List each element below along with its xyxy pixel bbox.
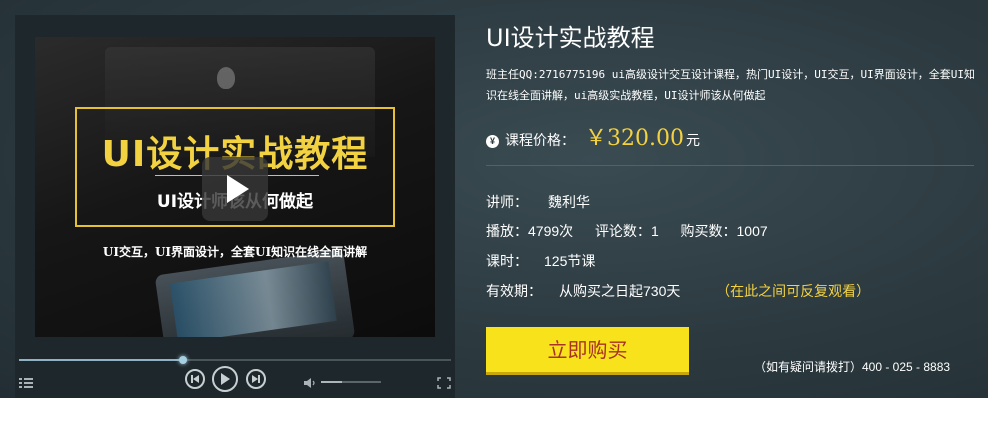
apple-logo [217, 67, 235, 89]
volume-level [321, 381, 342, 383]
validity-note: （在此之间可反复观看） [716, 283, 871, 299]
progress-knob[interactable] [179, 356, 188, 364]
validity-label: 有效期： [486, 283, 542, 299]
course-description: 班主任QQ:2716775196 ui高级设计交互设计课程，热门UI设计，UI交… [486, 68, 975, 102]
play-button[interactable] [212, 366, 238, 392]
next-icon [252, 375, 260, 383]
video-player: UI设计实战教程 UI设计师该从何做起 UI交互，UI界面设计，全套UI知识在线… [15, 15, 455, 398]
divider [486, 165, 974, 166]
previous-button[interactable] [185, 369, 205, 389]
comments-label: 评论数： [594, 223, 651, 239]
validity-value: 从购买之日起730天 [559, 283, 681, 299]
teacher-label: 讲师： [486, 194, 528, 210]
price-value: ￥320.00 [585, 126, 684, 151]
volume-slider[interactable] [321, 381, 381, 383]
comments-value: 1 [650, 223, 659, 239]
play-overlay-button[interactable] [202, 157, 268, 221]
yen-icon: ¥ [486, 135, 499, 148]
lessons-label: 课时： [486, 253, 528, 269]
teacher-row: 讲师： 魏利华 [486, 192, 590, 212]
course-banner: UI设计实战教程 UI设计师该从何做起 UI交互，UI界面设计，全套UI知识在线… [0, 0, 988, 398]
progress-bar[interactable] [19, 356, 451, 364]
stats-row: 播放：4799次 评论数：1 购买数：1007 [486, 221, 768, 241]
price-row: ¥ 课程价格： ￥320.00 元 [486, 120, 700, 152]
plays-value: 4799次 [528, 223, 574, 239]
video-cover[interactable]: UI设计实战教程 UI设计师该从何做起 UI交互，UI界面设计，全套UI知识在线… [35, 37, 435, 337]
course-title: UI设计实战教程 [486, 24, 655, 52]
buyers-label: 购买数： [680, 223, 737, 239]
next-button[interactable] [246, 369, 266, 389]
lessons-value: 125节课 [544, 253, 596, 269]
price-label: 课程价格： [505, 132, 575, 148]
volume-icon[interactable] [303, 377, 317, 389]
hotline-text: （如有疑问请拨打）400 - 025 - 8883 [754, 360, 951, 374]
play-icon [221, 373, 230, 385]
price-unit: 元 [685, 132, 700, 148]
lessons-row: 课时： 125节课 [486, 251, 595, 271]
previous-icon [191, 375, 199, 383]
tablet-image [154, 249, 356, 337]
plays-label: 播放： [486, 223, 528, 239]
progress-fill [19, 359, 184, 361]
teacher-name[interactable]: 魏利华 [548, 192, 590, 212]
cover-tagline: UI交互，UI界面设计，全套UI知识在线全面讲解 [102, 245, 368, 259]
buy-now-button[interactable]: 立即购买 [486, 327, 689, 375]
playlist-icon[interactable] [19, 377, 33, 389]
validity-row: 有效期： 从购买之日起730天 （在此之间可反复观看） [486, 281, 870, 301]
buyers-value: 1007 [736, 223, 768, 239]
fullscreen-icon[interactable] [437, 377, 451, 389]
course-info-panel: UI设计实战教程 班主任QQ:2716775196 ui高级设计交互设计课程，热… [486, 0, 976, 398]
